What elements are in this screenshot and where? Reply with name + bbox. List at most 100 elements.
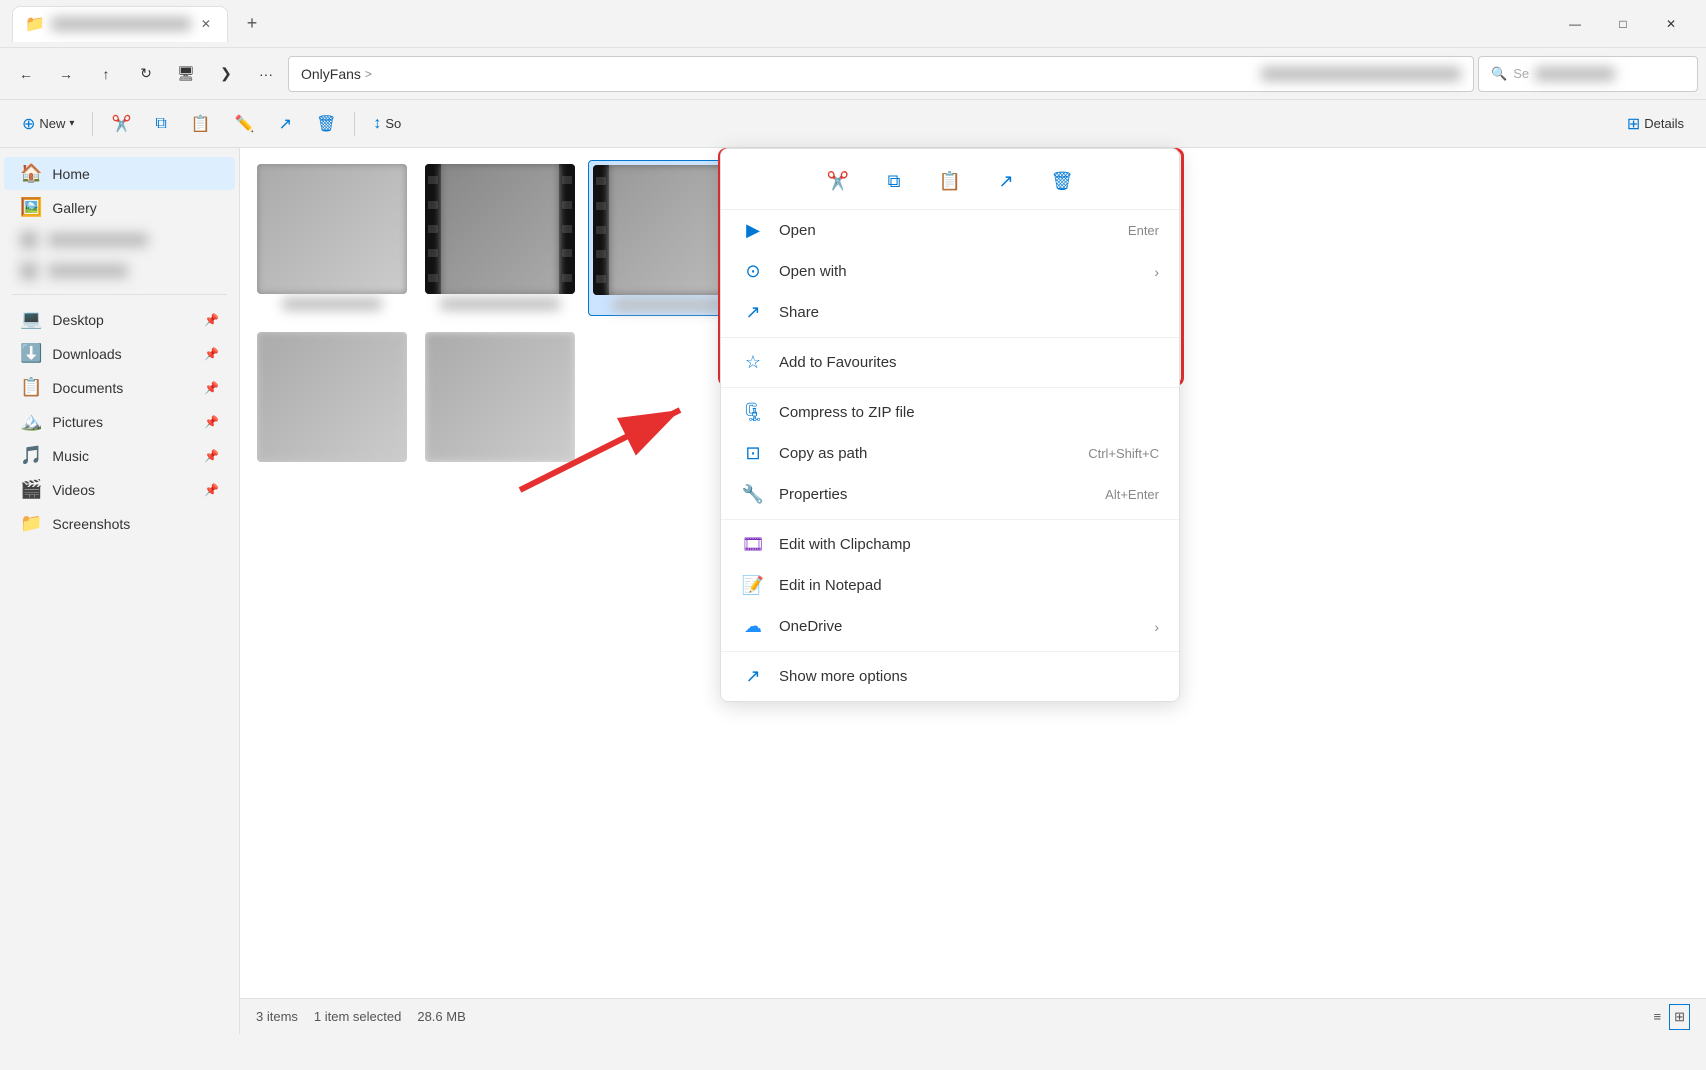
cm-share-button[interactable]: ↗ <box>988 163 1024 199</box>
sidebar-item-blurred-2[interactable] <box>4 256 235 286</box>
active-tab[interactable]: 📁 ✕ <box>12 6 228 42</box>
copy-path-icon: ⊡ <box>741 443 765 464</box>
minimize-button[interactable]: — <box>1552 8 1598 40</box>
share-icon: ↗ <box>279 114 292 134</box>
search-bar[interactable]: 🔍 Se <box>1478 56 1698 92</box>
cm-favourites[interactable]: ☆ Add to Favourites <box>721 342 1179 383</box>
address-parts: OnlyFans > <box>301 66 1253 82</box>
pin-icon-documents: 📌 <box>204 381 219 395</box>
properties-icon: 🔧 <box>741 484 765 505</box>
pictures-icon: 🏔️ <box>20 411 42 432</box>
file-item-4[interactable] <box>252 328 412 466</box>
cm-compress[interactable]: 🗜 Compress to ZIP file <box>721 392 1179 433</box>
cm-copy-path-label: Copy as path <box>779 445 1074 462</box>
grid-view-button[interactable]: ⊞ <box>1669 1004 1690 1030</box>
film-strip-left <box>425 164 441 294</box>
blurred-label-1 <box>48 233 148 247</box>
desktop-icon: 💻 <box>20 309 42 330</box>
cut-button[interactable]: ✂️ <box>101 108 141 140</box>
blurred-thumbnail-5 <box>425 332 575 462</box>
clipchamp-icon: 🎞 <box>741 534 765 555</box>
cm-copy-path-button[interactable]: 📋 <box>932 163 968 199</box>
up-button[interactable]: ↑ <box>88 56 124 92</box>
sidebar-item-gallery[interactable]: 🖼️ Gallery <box>4 191 235 224</box>
file-item-5[interactable] <box>420 328 580 466</box>
refresh-button[interactable]: ↻ <box>128 56 164 92</box>
new-button[interactable]: ⊕ New ▾ <box>12 108 84 140</box>
address-blurred <box>1261 67 1461 81</box>
close-tab-button[interactable]: ✕ <box>197 15 215 33</box>
cm-notepad[interactable]: 📝 Edit in Notepad <box>721 565 1179 606</box>
sidebar-label-documents: Documents <box>52 380 123 396</box>
cm-onedrive[interactable]: ☁ OneDrive › <box>721 606 1179 647</box>
details-button[interactable]: ⊞ Details <box>1617 108 1694 140</box>
more-button[interactable]: ··· <box>248 56 284 92</box>
sidebar-label-screenshots: Screenshots <box>52 516 130 532</box>
address-segment[interactable]: OnlyFans <box>301 66 361 82</box>
sidebar-item-videos[interactable]: 🎬 Videos 📌 <box>4 473 235 506</box>
share-button[interactable]: ↗ <box>269 108 302 140</box>
blurred-thumbnail-1 <box>257 164 407 294</box>
cm-more-options[interactable]: ↗ Show more options <box>721 656 1179 697</box>
address-separator: > <box>365 67 372 81</box>
status-bar: 3 items 1 item selected 28.6 MB ≡ ⊞ <box>240 998 1706 1034</box>
rename-icon: ✏️ <box>235 114 255 134</box>
close-button[interactable]: ✕ <box>1648 8 1694 40</box>
context-menu: ✂️ ⧉ 📋 ↗ 🗑 ▶ Open Enter ⊙ Open with › ↗ … <box>720 148 1180 702</box>
sidebar-item-desktop[interactable]: 💻 Desktop 📌 <box>4 303 235 336</box>
sidebar-label-home: Home <box>52 166 89 182</box>
cm-share[interactable]: ↗ Share <box>721 292 1179 333</box>
cm-copy-path[interactable]: ⊡ Copy as path Ctrl+Shift+C <box>721 433 1179 474</box>
file-name-3 <box>613 299 723 311</box>
cut-icon: ✂️ <box>111 114 131 134</box>
cm-copy-path-shortcut: Ctrl+Shift+C <box>1088 446 1159 461</box>
delete-button[interactable]: 🗑 <box>306 108 346 140</box>
rename-button[interactable]: ✏️ <box>225 108 265 140</box>
selected-count: 1 item selected <box>314 1009 401 1024</box>
sidebar-item-downloads[interactable]: ⬇️ Downloads 📌 <box>4 337 235 370</box>
cm-properties[interactable]: 🔧 Properties Alt+Enter <box>721 474 1179 515</box>
paste-button[interactable]: 📋 <box>181 108 221 140</box>
film-hole <box>596 275 606 283</box>
sidebar-item-pictures[interactable]: 🏔️ Pictures 📌 <box>4 405 235 438</box>
downloads-icon: ⬇️ <box>20 343 42 364</box>
sidebar-item-documents[interactable]: 📋 Documents 📌 <box>4 371 235 404</box>
chevron-right-icon[interactable]: ❯ <box>208 56 244 92</box>
device-button[interactable]: 🖥 <box>168 56 204 92</box>
separator-2 <box>354 112 355 136</box>
sort-icon: ↕ <box>373 115 381 133</box>
cm-notepad-label: Edit in Notepad <box>779 577 1159 594</box>
notepad-icon: 📝 <box>741 575 765 596</box>
sidebar-item-home[interactable]: 🏠 Home <box>4 157 235 190</box>
sidebar-item-screenshots[interactable]: 📁 Screenshots <box>4 507 235 540</box>
cm-open[interactable]: ▶ Open Enter <box>721 210 1179 251</box>
nav-bar: ← → ↑ ↻ 🖥 ❯ ··· OnlyFans > 🔍 Se <box>0 48 1706 100</box>
file-item-2[interactable] <box>420 160 580 316</box>
address-bar[interactable]: OnlyFans > <box>288 56 1474 92</box>
cm-open-with[interactable]: ⊙ Open with › <box>721 251 1179 292</box>
sort-button[interactable]: ↕ So <box>363 109 411 139</box>
maximize-button[interactable]: □ <box>1600 8 1646 40</box>
cm-clipchamp[interactable]: 🎞 Edit with Clipchamp <box>721 524 1179 565</box>
list-view-button[interactable]: ≡ <box>1650 1005 1666 1028</box>
cm-copy-button[interactable]: ⧉ <box>876 163 912 199</box>
back-button[interactable]: ← <box>8 56 44 92</box>
delete-icon: 🗑 <box>316 114 336 134</box>
film-hole <box>562 274 572 282</box>
new-tab-button[interactable]: + <box>236 8 268 40</box>
cm-delete-button[interactable]: 🗑 <box>1044 163 1080 199</box>
file-item-1[interactable] <box>252 160 412 316</box>
cm-share-label: Share <box>779 304 1159 321</box>
toolbar: ⊕ New ▾ ✂️ ⧉ 📋 ✏️ ↗ 🗑 ↕ So ⊞ Details <box>0 100 1706 148</box>
items-count: 3 items <box>256 1009 298 1024</box>
sidebar-item-blurred-1[interactable] <box>4 225 235 255</box>
home-icon: 🏠 <box>20 163 42 184</box>
cm-sep-3 <box>721 519 1179 520</box>
copy-button[interactable]: ⧉ <box>145 109 176 139</box>
sidebar-item-music[interactable]: 🎵 Music 📌 <box>4 439 235 472</box>
window-controls: — □ ✕ <box>1552 8 1694 40</box>
forward-button[interactable]: → <box>48 56 84 92</box>
film-hole <box>562 225 572 233</box>
pin-icon-videos: 📌 <box>204 483 219 497</box>
cm-cut-button[interactable]: ✂️ <box>820 163 856 199</box>
